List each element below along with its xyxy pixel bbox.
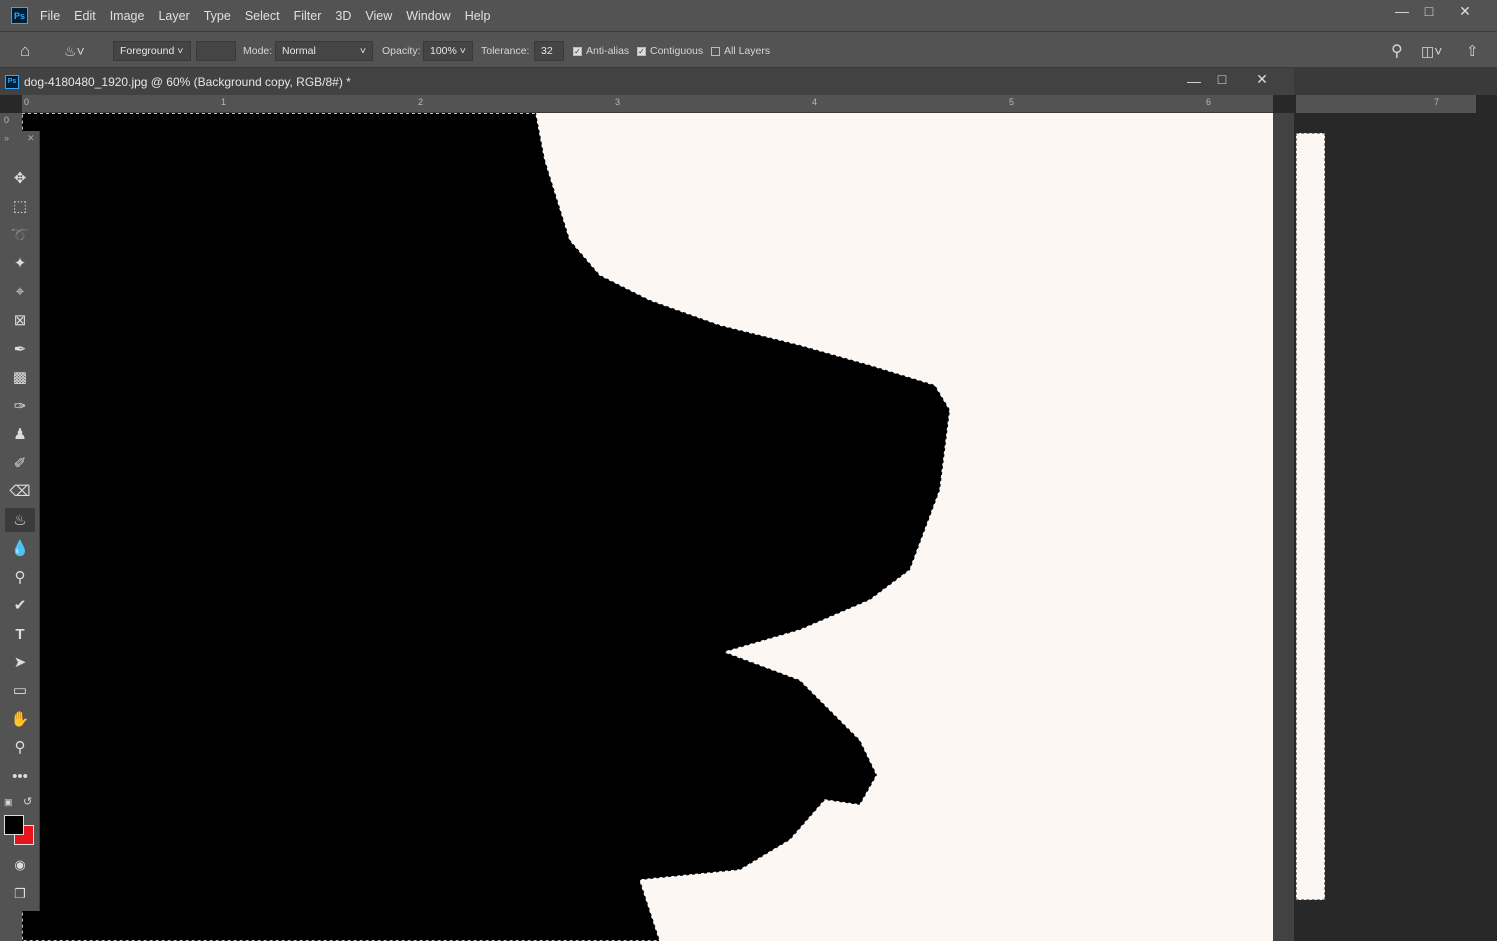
all-layers-label: All Layers — [724, 45, 771, 57]
ruler-label: 3 — [615, 97, 621, 107]
ps-file-icon: Ps — [5, 74, 19, 89]
share-icon[interactable]: ⇧ — [1466, 41, 1479, 61]
quick-mask-icon[interactable]: ◉ — [5, 853, 35, 877]
ruler-label: 7 — [1434, 97, 1440, 107]
magic-wand-tool-icon[interactable]: ✦ — [5, 251, 35, 275]
tolerance-label: Tolerance: — [481, 45, 530, 57]
ruler-label: 5 — [1009, 97, 1015, 107]
mode-label: Mode: — [243, 45, 273, 57]
clone-stamp-tool-icon[interactable]: ♟ — [5, 422, 35, 446]
opacity-input[interactable]: 100% ˅ — [423, 41, 473, 61]
opacity-label: Opacity: — [382, 45, 421, 57]
screen-mode-icon[interactable]: ❐ — [5, 882, 35, 906]
close-icon[interactable]: ✕ — [1447, 0, 1483, 22]
rectangle-tool-icon[interactable]: ▭ — [5, 678, 35, 702]
maximize-icon[interactable]: □ — [1411, 0, 1447, 22]
eyedropper-tool-icon[interactable]: ✒ — [5, 337, 35, 361]
ruler-label: 2 — [418, 97, 424, 107]
lasso-tool-icon[interactable]: ➰ — [5, 223, 35, 247]
pen-tool-icon[interactable]: ✔ — [5, 593, 35, 617]
menu-edit[interactable]: Edit — [74, 9, 96, 23]
doc-close-icon[interactable]: ✕ — [1244, 68, 1280, 90]
black-fill-region — [22, 113, 951, 941]
paint-bucket-tool-icon[interactable]: ♨ — [5, 508, 35, 532]
marquee-tool-icon[interactable]: ⬚ — [5, 194, 35, 218]
home-icon[interactable]: ⌂ — [20, 41, 30, 61]
menu-3d[interactable]: 3D — [335, 9, 351, 23]
background-document-area — [1294, 68, 1497, 95]
default-colors-icon[interactable]: ▣ — [4, 797, 13, 808]
menu-view[interactable]: View — [365, 9, 392, 23]
document-title: dog-4180480_1920.jpg @ 60% (Background c… — [24, 74, 351, 89]
dodge-tool-icon[interactable]: ⚲ — [5, 565, 35, 589]
tolerance-input[interactable]: 32 — [534, 41, 564, 61]
contiguous-label: Contiguous — [650, 45, 704, 57]
move-tool-icon[interactable]: ✥ — [5, 166, 35, 190]
tools-panel: » ✕ ✥ ⬚ ➰ ✦ ⌖ ⊠ ✒ ▩ ✑ ♟ ✐ ⌫ ♨ 💧 ⚲ ✔ T ➤ … — [0, 131, 40, 911]
menu-bar: Ps File Edit Image Layer Type Select Fil… — [0, 0, 1497, 31]
menu-file[interactable]: File — [40, 9, 60, 23]
canvas[interactable] — [22, 113, 1273, 941]
contiguous-checkbox[interactable]: ✓ Contiguous — [637, 41, 703, 61]
blur-tool-icon[interactable]: 💧 — [5, 536, 35, 560]
doc-maximize-icon[interactable]: □ — [1204, 68, 1240, 90]
ruler-label: 0 — [24, 97, 30, 107]
frame-tool-icon[interactable]: ⊠ — [5, 308, 35, 332]
search-icon[interactable]: ⚲ — [1391, 41, 1403, 61]
path-selection-tool-icon[interactable]: ➤ — [5, 650, 35, 674]
menu-layer[interactable]: Layer — [158, 9, 189, 23]
paint-bucket-preset-icon[interactable]: ♨˅ — [64, 41, 85, 61]
horizontal-ruler: 0 1 2 3 4 5 6 — [22, 95, 1273, 113]
menu-help[interactable]: Help — [465, 9, 491, 23]
more-tools-icon[interactable]: ••• — [5, 764, 35, 788]
opacity-value: 100% — [430, 45, 457, 57]
menu-type[interactable]: Type — [204, 9, 231, 23]
zoom-tool-icon[interactable]: ⚲ — [5, 735, 35, 759]
type-tool-icon[interactable]: T — [5, 622, 35, 646]
vertical-scrollbar[interactable] — [1273, 113, 1294, 941]
mode-value: Normal — [282, 45, 316, 57]
foreground-color-swatch[interactable] — [4, 815, 24, 835]
eraser-tool-icon[interactable]: ⌫ — [5, 479, 35, 503]
hand-tool-icon[interactable]: ✋ — [5, 707, 35, 731]
workspace-icon[interactable]: ◫˅ — [1421, 41, 1442, 61]
document-tab[interactable]: Ps dog-4180480_1920.jpg @ 60% (Backgroun… — [0, 68, 1294, 95]
history-brush-tool-icon[interactable]: ✐ — [5, 451, 35, 475]
fill-source-dropdown[interactable]: Foreground ˅ — [113, 41, 191, 61]
swap-colors-icon[interactable]: ↺ — [23, 795, 32, 808]
pattern-picker[interactable] — [196, 41, 236, 61]
menu-select[interactable]: Select — [245, 9, 280, 23]
collapse-icon[interactable]: » — [4, 133, 9, 143]
all-layers-checkbox[interactable]: All Layers — [711, 41, 770, 61]
options-bar: ⌂ ♨˅ Foreground ˅ Mode: Normal ˅ Opacity:… — [0, 31, 1497, 68]
mode-dropdown[interactable]: Normal ˅ — [275, 41, 373, 61]
menu-image[interactable]: Image — [110, 9, 145, 23]
photoshop-logo: Ps — [11, 7, 28, 24]
menu-filter[interactable]: Filter — [294, 9, 322, 23]
background-document-canvas — [1296, 113, 1476, 919]
panel-close-icon[interactable]: ✕ — [27, 133, 35, 144]
brush-tool-icon[interactable]: ✑ — [5, 394, 35, 418]
background-doc-ruler: 7 — [1296, 95, 1476, 113]
crop-tool-icon[interactable]: ⌖ — [5, 279, 35, 303]
anti-alias-label: Anti-alias — [586, 45, 630, 57]
fill-source-value: Foreground — [120, 45, 175, 57]
ruler-label: 1 — [221, 97, 227, 107]
anti-alias-checkbox[interactable]: ✓ Anti-alias — [573, 41, 629, 61]
background-document-image — [1296, 133, 1325, 900]
menu-window[interactable]: Window — [406, 9, 450, 23]
ruler-label: 6 — [1206, 97, 1212, 107]
ruler-label: 4 — [812, 97, 818, 107]
ruler-label: 0 — [4, 115, 10, 125]
healing-brush-tool-icon[interactable]: ▩ — [5, 365, 35, 389]
